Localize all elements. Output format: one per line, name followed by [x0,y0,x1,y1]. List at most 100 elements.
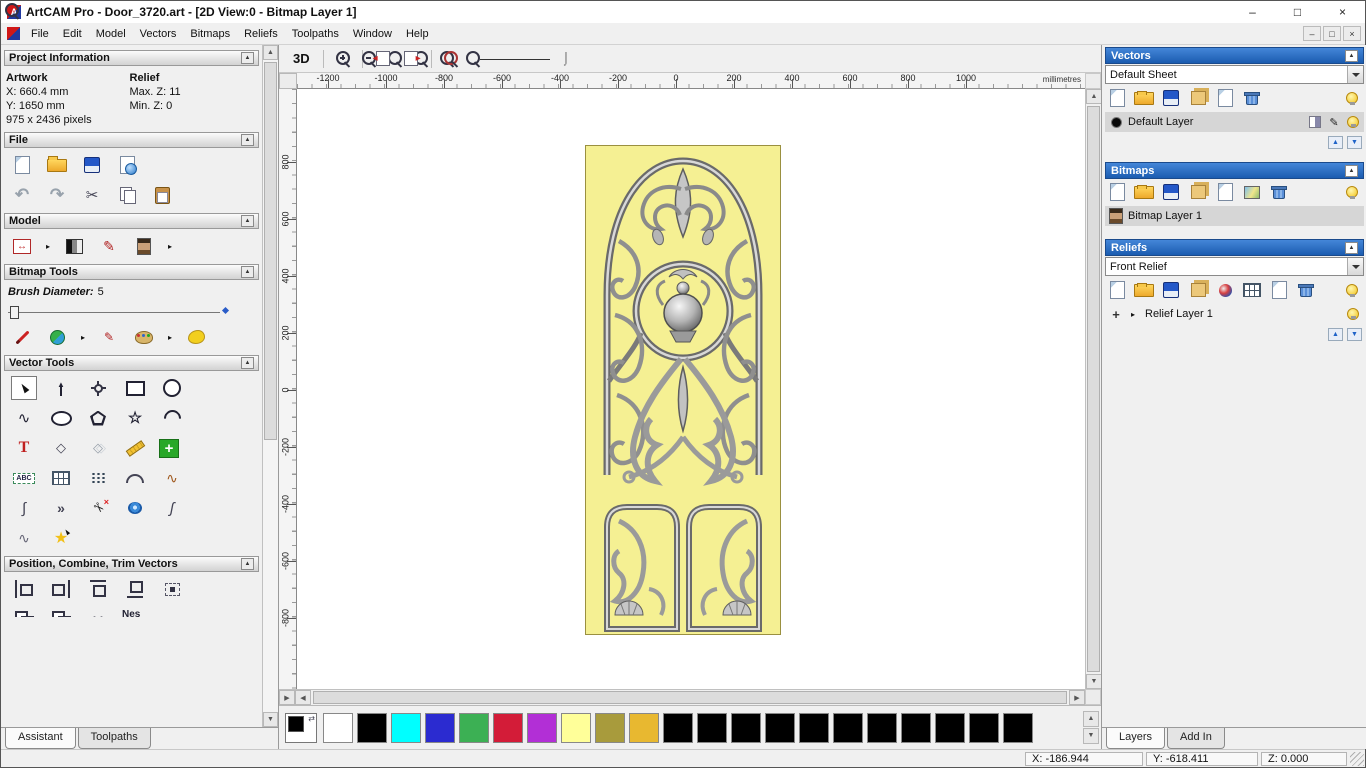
scroll-up-icon[interactable]: ▲ [1086,89,1102,104]
save-vectors-icon[interactable] [1160,88,1182,108]
copy-sheet-icon[interactable] [1214,88,1236,108]
brush-diameter-slider[interactable] [8,304,230,320]
layer-name[interactable]: Default Layer [1128,116,1303,128]
scroll-right-icon[interactable]: ▶ [1069,690,1085,705]
node-editing-icon[interactable] [48,376,74,400]
relief-layer-visibility-icon[interactable] [1345,306,1361,322]
flood-fill-icon[interactable] [44,325,70,349]
move-layer-down-icon[interactable] [1347,136,1362,149]
fill-colour-icon[interactable] [183,325,209,349]
bitmap-thumbnail-icon[interactable] [1108,208,1124,224]
bitmap-image-icon[interactable] [1241,182,1263,202]
relief-sphere-icon[interactable] [1214,280,1236,300]
open-bitmap-icon[interactable] [1133,182,1155,202]
move-layer-up-icon[interactable] [1328,136,1343,149]
create-ellipse-icon[interactable] [48,406,74,430]
collapse-button[interactable] [241,134,254,146]
flyout-arrow[interactable] [166,234,174,258]
colour-swatch[interactable] [697,712,727,743]
collapse-button[interactable] [1345,164,1358,177]
merge-bitmaps-icon[interactable] [1187,182,1209,202]
open-relief-icon[interactable] [1133,280,1155,300]
menu-item[interactable]: Reliefs [237,25,285,43]
colour-swatch[interactable] [595,712,625,743]
import-vectors-icon[interactable] [1187,88,1209,108]
menu-item[interactable]: Bitmaps [183,25,237,43]
align-bottom-icon[interactable] [122,577,148,601]
colour-swatch[interactable] [561,712,591,743]
spline-smooth-icon[interactable] [159,496,185,520]
offset-vector-icon[interactable] [85,436,111,460]
zoom-in-icon[interactable] [331,48,355,70]
array-copy-icon[interactable] [85,466,111,490]
colour-swatch[interactable] [425,712,455,743]
palette-scrollbar[interactable]: ▲ ▼ [1083,710,1099,745]
merge-reliefs-icon[interactable] [1187,280,1209,300]
layer-colour-icon[interactable] [1108,114,1124,130]
join-vectors-icon[interactable] [48,496,74,520]
maximize-button[interactable]: □ [1275,1,1320,23]
freehand-icon[interactable] [11,496,37,520]
new-relief-layer-icon[interactable] [1106,280,1128,300]
menu-item[interactable]: Edit [56,25,89,43]
colour-swatch[interactable] [765,712,795,743]
save-model-icon[interactable] [79,153,105,177]
collapse-button[interactable] [241,266,254,278]
create-arc-icon[interactable] [159,406,185,430]
create-polyline-icon[interactable] [11,406,37,430]
colour-swatch[interactable] [391,712,421,743]
spaced-dots-icon[interactable] [85,607,111,617]
create-text-icon[interactable] [11,436,37,460]
set-model-size-icon[interactable] [9,234,35,258]
transform-vectors-icon[interactable] [85,376,111,400]
distort-vectors-icon[interactable] [48,526,74,550]
colour-swatch[interactable] [935,712,965,743]
colour-swatch[interactable] [459,712,489,743]
assistant-scrollbar[interactable]: ▲ ▼ [262,45,278,727]
new-sheet-icon[interactable] [1106,88,1128,108]
layer-name[interactable]: Relief Layer 1 [1145,308,1341,320]
flyout-arrow[interactable] [166,325,174,349]
view-3d-button[interactable]: 3D [287,49,316,68]
nesting-icon[interactable]: Nes [122,607,140,617]
zoom-back-icon[interactable] [439,48,463,70]
align-centre-icon[interactable] [159,577,185,601]
colour-swatch[interactable] [833,712,863,743]
slider-handle[interactable] [10,306,19,319]
calculate-relief-icon[interactable] [1241,280,1263,300]
colour-swatch[interactable] [323,712,353,743]
add-layer-plus-icon[interactable] [1108,306,1124,322]
snap-toggle-icon[interactable] [1307,114,1323,130]
sculpt-icon[interactable] [96,234,122,258]
cut-icon[interactable] [79,183,105,207]
save-bitmap-icon[interactable] [1160,182,1182,202]
dimension-icon[interactable] [122,436,148,460]
scroll-down-icon[interactable]: ▼ [1083,727,1099,744]
mdi-minimize-button[interactable]: – [1303,26,1321,41]
profile-icon[interactable] [11,526,37,550]
relief-visibility-icon[interactable] [1341,280,1363,300]
redo-icon[interactable] [44,183,70,207]
horizontal-scrollbar[interactable]: ▶ ◀ ▶ [279,689,1085,705]
flyout-arrow[interactable] [44,234,52,258]
move-layer-down-icon[interactable] [1347,328,1362,341]
block-copy-icon[interactable] [159,438,179,458]
scroll-up-icon[interactable]: ▲ [1083,710,1099,727]
mdi-close-button[interactable]: × [1343,26,1361,41]
copy-icon[interactable] [114,183,140,207]
fit-spline-icon[interactable] [159,466,185,490]
greyscale-view-icon[interactable] [61,234,87,258]
collapse-button[interactable] [241,357,254,369]
open-vectors-icon[interactable] [1133,88,1155,108]
edit-layer-icon[interactable] [1326,114,1342,130]
open-model-icon[interactable] [44,153,70,177]
colour-swatch[interactable] [527,712,557,743]
combo-dropdown-icon[interactable] [1347,258,1363,275]
combo-dropdown-icon[interactable] [1347,66,1363,83]
new-bitmap-layer-icon[interactable] [1106,182,1128,202]
canvas-viewport[interactable] [297,89,1085,689]
scrollbar-track[interactable] [263,60,278,712]
menu-item[interactable]: Vectors [133,25,184,43]
scroll-up-icon[interactable]: ▲ [263,45,278,60]
scrollbar-thumb[interactable] [264,62,277,441]
